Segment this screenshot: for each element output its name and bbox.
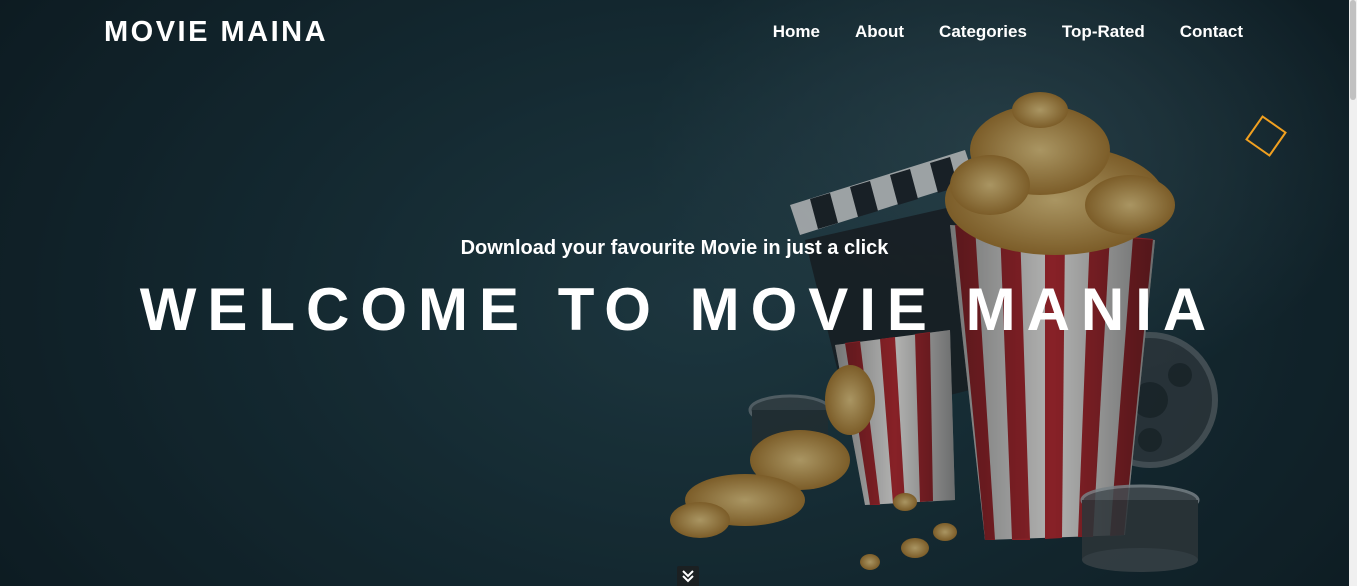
- hero-section: MOVIE MAINA Home About Categories Top-Ra…: [0, 0, 1349, 586]
- nav-categories[interactable]: Categories: [939, 22, 1027, 42]
- nav-home[interactable]: Home: [773, 22, 820, 42]
- brand-logo[interactable]: MOVIE MAINA: [104, 16, 328, 49]
- nav-contact[interactable]: Contact: [1180, 22, 1243, 42]
- page-scrollbar[interactable]: [1349, 0, 1357, 586]
- hero-tagline: Download your favourite Movie in just a …: [460, 237, 889, 259]
- nav-about[interactable]: About: [855, 22, 904, 42]
- main-nav: Home About Categories Top-Rated Contact: [738, 22, 1243, 42]
- nav-top-rated[interactable]: Top-Rated: [1062, 22, 1145, 42]
- double-chevron-down-icon[interactable]: [677, 566, 699, 586]
- hero-headline: WELCOME TO MOVIE MANIA: [139, 276, 1218, 343]
- scrollbar-thumb[interactable]: [1350, 0, 1356, 100]
